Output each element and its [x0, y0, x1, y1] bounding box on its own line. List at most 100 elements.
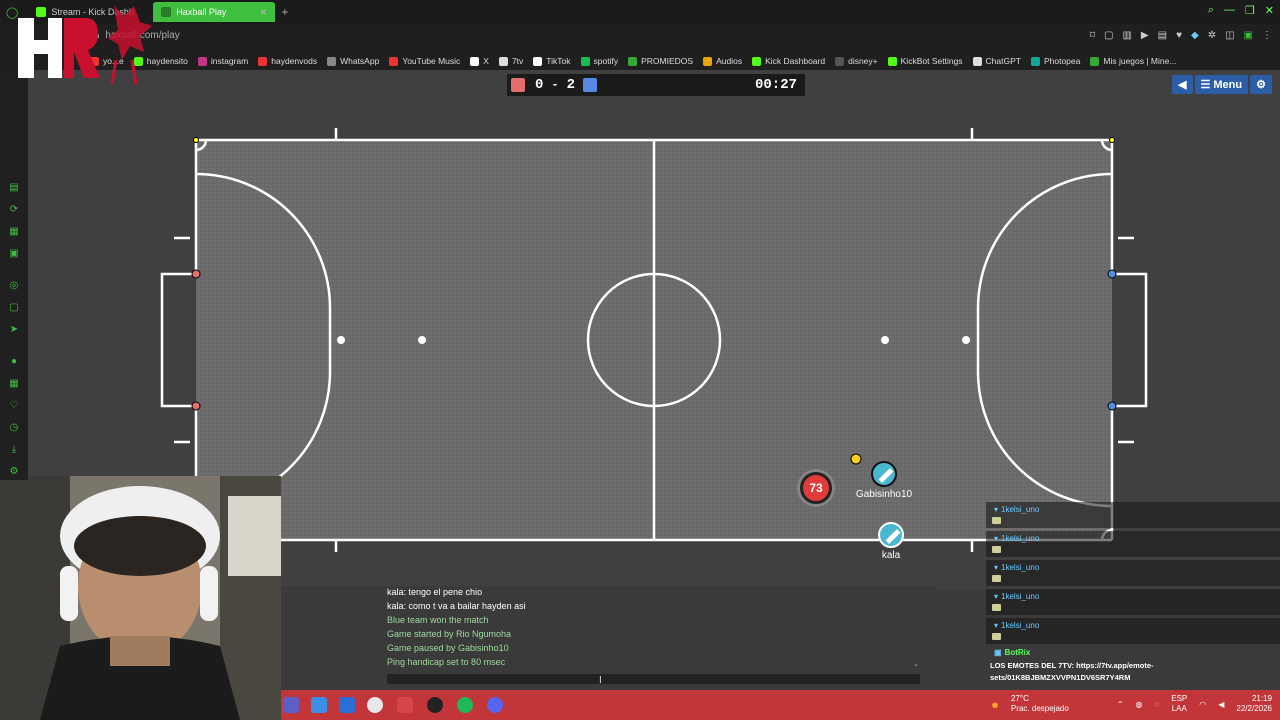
bookmark-item[interactable]: spotify — [580, 56, 618, 66]
sidebar-app-icon[interactable]: ▢ — [8, 302, 20, 314]
bookmark-label: PROMIEDOS — [641, 56, 694, 66]
bookmark-label: X — [483, 56, 489, 66]
bookmark-item[interactable]: ChatGPT — [972, 56, 1021, 66]
bookmark-item[interactable]: TikTok — [533, 56, 571, 66]
tab-haxball[interactable]: Haxball Play ✕ — [153, 2, 276, 22]
bookmark-item[interactable]: X — [470, 56, 489, 66]
bookmark-item[interactable]: disney+ — [835, 56, 878, 66]
chat-username: 1kelsi_uno — [1001, 563, 1040, 572]
bot-message: LOS EMOTES DEL 7TV: https://7tv.app/emot… — [990, 661, 1154, 682]
heart-icon[interactable]: ♡ — [8, 400, 20, 412]
tab-bar: ◯ Stream - Kick Dashb Haxball Play ✕ + ⌕… — [0, 0, 1280, 24]
sidebar-app-icon[interactable]: ⟳ — [8, 204, 20, 216]
clock-date: 22/2/2026 — [1236, 704, 1272, 713]
clock-icon[interactable]: ◷ — [8, 422, 20, 434]
new-tab-button[interactable]: + — [275, 5, 294, 19]
more-menu-icon[interactable]: ⋮ — [1262, 30, 1272, 41]
close-tab-icon[interactable]: ✕ — [260, 7, 268, 18]
sidebar-app-icon[interactable]: ● — [8, 356, 20, 368]
opera-icon[interactable] — [397, 697, 413, 713]
extensions-icon[interactable]: ✲ — [1208, 30, 1216, 41]
bookmark-icon[interactable]: ⌑ — [1090, 30, 1095, 41]
chat-input[interactable] — [387, 674, 920, 684]
network-icon[interactable]: ◍ — [1136, 700, 1143, 709]
score-separator: - — [551, 78, 559, 92]
split-icon[interactable]: ▥ — [1122, 30, 1131, 41]
chrome-icon[interactable] — [367, 697, 383, 713]
volume-icon[interactable]: ◀ — [1218, 700, 1224, 709]
sidebar-toggle-icon[interactable]: ▣ — [1244, 30, 1253, 41]
close-icon[interactable]: ✕ — [1265, 4, 1274, 17]
sidebar-app-icon[interactable]: ▤ — [8, 182, 20, 194]
menu-button[interactable]: ☰ Menu — [1194, 75, 1249, 94]
extension-icon[interactable]: ▤ — [1158, 30, 1167, 41]
window-controls: ⌕ — ❐ ✕ — [1208, 4, 1274, 17]
sound-button[interactable]: ◀ — [1172, 75, 1193, 94]
bookmark-item[interactable]: KickBot Settings — [887, 56, 963, 66]
gear-icon: ⚙ — [1256, 79, 1266, 91]
emote-icon — [992, 575, 1001, 582]
heart-icon[interactable]: ♥ — [1176, 30, 1182, 41]
bookmark-icon — [752, 56, 762, 66]
screenshot-icon[interactable]: ▢ — [1104, 30, 1113, 41]
sync-icon[interactable]: ◌ — [1154, 700, 1159, 709]
sidebar-app-icon[interactable]: ◎ — [8, 280, 20, 292]
stream-chat-message: ▾ 1kelsi_uno — [986, 502, 1280, 528]
sidebar-app-icon[interactable]: ▦ — [8, 378, 20, 390]
clock[interactable]: 21:19 22/2/2026 — [1236, 694, 1272, 714]
language-indicator[interactable]: ESP LAA — [1171, 694, 1187, 714]
bookmark-item[interactable]: Kick Dashboard — [752, 56, 825, 66]
teams-icon[interactable] — [283, 697, 299, 713]
badge-icon: ▾ — [994, 505, 999, 514]
match-timer: 00:27 — [754, 77, 797, 93]
bookmark-label: TikTok — [546, 56, 571, 66]
search-icon[interactable]: ⌕ — [1208, 4, 1214, 17]
obs-icon[interactable] — [427, 697, 443, 713]
spotify-icon[interactable] — [457, 697, 473, 713]
bookmark-item[interactable]: instagram — [197, 56, 248, 66]
bookmark-item[interactable]: WhatsApp — [327, 56, 379, 66]
settings-button[interactable]: ⚙ — [1250, 75, 1272, 94]
bookmark-item[interactable]: Audios — [703, 56, 742, 66]
game-menu: ◀ ☰ Menu ⚙ — [1172, 75, 1272, 94]
bookmark-item[interactable]: PROMIEDOS — [628, 56, 693, 66]
right-post-bottom — [1107, 401, 1117, 411]
bookmark-item[interactable]: Photopea — [1030, 56, 1080, 66]
chat-line: kala: como t va a bailar hayden asi — [387, 601, 526, 611]
maximize-icon[interactable]: ❐ — [1245, 4, 1255, 17]
player-red: 73 — [800, 472, 832, 504]
puzzle-icon[interactable]: ◫ — [1225, 30, 1234, 41]
gear-icon[interactable]: ⚙ — [8, 466, 20, 478]
sidebar-app-icon[interactable]: ▦ — [8, 226, 20, 238]
menu-label: Menu — [1213, 78, 1243, 91]
file-explorer-icon[interactable] — [311, 697, 327, 713]
wifi-icon[interactable]: ◠ — [1199, 700, 1206, 709]
chat-username: 1kelsi_uno — [1001, 534, 1040, 543]
bookmark-item[interactable]: haydenvods — [258, 56, 317, 66]
download-icon[interactable]: ⤓ — [8, 444, 20, 456]
sidebar-app-icon[interactable]: ➤ — [8, 324, 20, 336]
sidebar-app-icon[interactable]: ▣ — [8, 248, 20, 260]
shield-icon[interactable]: ◆ — [1191, 30, 1199, 41]
store-icon[interactable] — [339, 697, 355, 713]
minimize-icon[interactable]: — — [1224, 4, 1235, 17]
bookmark-item[interactable]: YouTube Music — [389, 56, 460, 66]
weather[interactable]: 27°C Prac. despejado — [1011, 694, 1069, 714]
game-chat: kala: tengo el pene chio kala: como t va… — [281, 586, 936, 690]
webcam-image — [0, 476, 281, 720]
chat-username: 1kelsi_uno — [1001, 505, 1040, 514]
chevron-up-icon[interactable]: ⌃ — [1117, 700, 1124, 709]
bookmark-icon — [835, 56, 845, 66]
bookmark-item[interactable]: 7tv — [498, 56, 523, 66]
taskbar: ● 27°C Prac. despejado ⌃ ◍ ◌ ESP LAA ◠ ◀… — [281, 690, 1280, 720]
discord-icon[interactable] — [487, 697, 503, 713]
scoreboard: 0 - 2 00:27 — [507, 74, 805, 96]
play-icon[interactable]: ▶ — [1141, 30, 1149, 41]
bookmark-label: ChatGPT — [985, 56, 1021, 66]
bookmark-item[interactable]: Mis juegos | Mine... — [1090, 56, 1176, 66]
bookmark-icon — [327, 56, 337, 66]
chat-line: Game paused by Gabisinho10 — [387, 643, 509, 653]
badge-icon: ▾ — [994, 563, 999, 572]
blue-team-square — [583, 78, 598, 92]
chat-scroll-down-icon[interactable]: ⌄ — [913, 660, 919, 668]
